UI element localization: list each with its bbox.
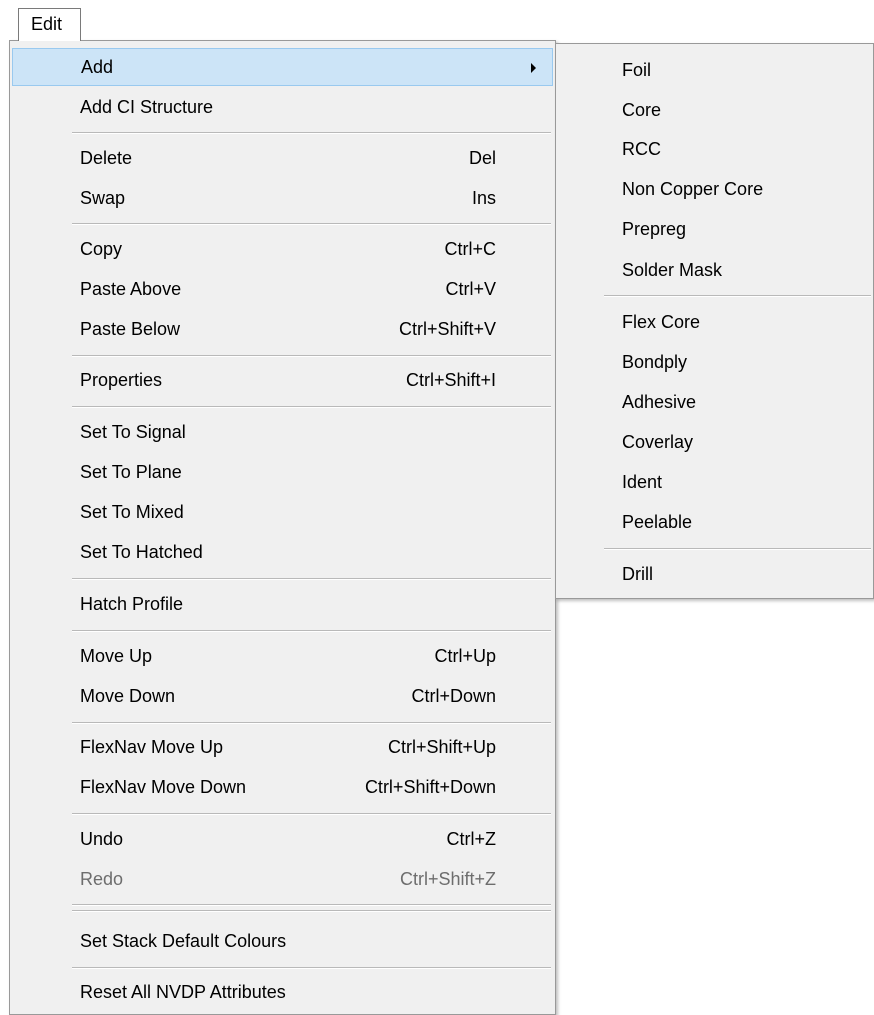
menu-item-add-ci-structure[interactable]: Add CI Structure [12, 88, 553, 126]
menu-item-label: Move Down [80, 686, 176, 706]
submenu-item-adhesive[interactable]: Adhesive [558, 383, 871, 421]
add-submenu: Foil Core RCC Non Copper Core Prepreg So… [555, 43, 874, 599]
menu-item-shortcut: Ctrl+Shift+Down [364, 777, 496, 797]
submenu-item-foil[interactable]: Foil [558, 51, 871, 89]
menu-item-label: Add [81, 57, 114, 77]
menu-separator [72, 630, 551, 632]
menu-item-label: FlexNav Move Up [80, 737, 224, 757]
submenu-separator [604, 548, 871, 550]
submenu-item-label: Coverlay [622, 432, 694, 452]
submenu-item-label: Adhesive [622, 392, 697, 412]
menu-item-undo[interactable]: Undo Ctrl+Z [12, 820, 553, 858]
menu-item-set-to-signal[interactable]: Set To Signal [12, 413, 553, 451]
menu-item-swap[interactable]: Swap Ins [12, 179, 553, 217]
submenu-item-coverlay[interactable]: Coverlay [558, 423, 871, 461]
menu-item-label: Set To Mixed [80, 502, 184, 522]
menu-item-label: Set To Plane [80, 462, 182, 482]
menu-item-label: Paste Below [80, 319, 181, 339]
menu-item-shortcut: Ctrl+Shift+Up [387, 737, 496, 757]
menu-item-shortcut: Ctrl+V [445, 279, 496, 299]
menu-item-move-up[interactable]: Move Up Ctrl+Up [12, 637, 553, 675]
menu-item-label: Set Stack Default Colours [80, 931, 287, 951]
menu-item-delete[interactable]: Delete Del [12, 139, 553, 177]
menu-item-label: Copy [80, 239, 123, 259]
menu-separator [72, 578, 551, 580]
submenu-item-peelable[interactable]: Peelable [558, 503, 871, 541]
menu-item-shortcut: Del [468, 148, 496, 168]
submenu-item-drill[interactable]: Drill [558, 555, 871, 593]
menu-separator [72, 904, 551, 906]
submenu-arrow-icon [531, 63, 536, 73]
menu-item-shortcut: Ctrl+C [444, 239, 496, 259]
menu-item-shortcut: Ctrl+Z [446, 829, 497, 849]
menu-separator [72, 967, 551, 969]
submenu-item-rcc[interactable]: RCC [558, 130, 871, 168]
menu-item-shortcut: Ctrl+Shift+V [398, 319, 496, 339]
menu-item-label: Set To Hatched [80, 542, 203, 562]
submenu-item-prepreg[interactable]: Prepreg [558, 210, 871, 248]
menu-item-label: Swap [80, 188, 126, 208]
submenu-item-bondply[interactable]: Bondply [558, 343, 871, 381]
submenu-item-non-copper-core[interactable]: Non Copper Core [558, 170, 871, 208]
menu-separator [72, 132, 551, 134]
menu-separator [72, 406, 551, 408]
menu-item-properties[interactable]: Properties Ctrl+Shift+I [12, 361, 553, 399]
menu-separator [72, 722, 551, 724]
menu-separator [72, 223, 551, 225]
menu-item-set-to-hatched[interactable]: Set To Hatched [12, 533, 553, 571]
submenu-item-label: Foil [622, 60, 652, 80]
menu-item-copy[interactable]: Copy Ctrl+C [12, 230, 553, 268]
menu-item-shortcut: Ctrl+Down [411, 686, 496, 706]
menu-separator [72, 910, 551, 912]
menu-item-reset-all-nvdp-attributes[interactable]: Reset All NVDP Attributes [12, 973, 553, 1011]
menu-item-label: Delete [80, 148, 133, 168]
menu-item-label: Properties [80, 370, 163, 390]
menu-item-paste-above[interactable]: Paste Above Ctrl+V [12, 270, 553, 308]
menu-item-shortcut: Ctrl+Shift+Z [399, 869, 496, 889]
menu-item-label: Undo [80, 829, 124, 849]
submenu-item-label: Bondply [622, 352, 688, 372]
menu-item-label: Hatch Profile [80, 594, 184, 614]
menu-item-label: Move Up [80, 646, 153, 666]
menu-bar: Edit [0, 0, 874, 41]
menu-item-shortcut: Ctrl+Up [434, 646, 496, 666]
submenu-item-label: Solder Mask [622, 260, 723, 280]
submenu-item-label: Ident [622, 472, 663, 492]
menu-item-hatch-profile[interactable]: Hatch Profile [12, 585, 553, 623]
menu-separator [72, 355, 551, 357]
menu-item-label: FlexNav Move Down [80, 777, 247, 797]
menu-item-label: Reset All NVDP Attributes [80, 982, 286, 1002]
submenu-item-label: Non Copper Core [622, 179, 764, 199]
menu-item-add[interactable]: Add [12, 48, 553, 86]
menu-item-flexnav-move-up[interactable]: FlexNav Move Up Ctrl+Shift+Up [12, 728, 553, 766]
menu-item-redo: Redo Ctrl+Shift+Z [12, 860, 553, 898]
menu-item-set-stack-default-colours[interactable]: Set Stack Default Colours [12, 922, 553, 960]
submenu-item-ident[interactable]: Ident [558, 463, 871, 501]
edit-menu-dropdown: Add Add CI Structure Delete Del Swap Ins… [9, 40, 556, 1015]
menu-item-label: Redo [80, 869, 124, 889]
submenu-item-flex-core[interactable]: Flex Core [558, 303, 871, 341]
submenu-item-label: Drill [622, 564, 653, 584]
submenu-item-label: Flex Core [622, 312, 701, 332]
menu-item-move-down[interactable]: Move Down Ctrl+Down [12, 677, 553, 715]
menu-item-shortcut: Ins [471, 188, 496, 208]
menu-item-label: Paste Above [80, 279, 182, 299]
menu-item-paste-below[interactable]: Paste Below Ctrl+Shift+V [12, 310, 553, 348]
menu-separator [72, 813, 551, 815]
menu-item-set-to-plane[interactable]: Set To Plane [12, 453, 553, 491]
submenu-item-label: Prepreg [622, 219, 687, 239]
menu-item-label: Set To Signal [80, 422, 186, 442]
submenu-item-solder-mask[interactable]: Solder Mask [558, 251, 871, 289]
submenu-item-label: RCC [622, 139, 661, 159]
menu-item-shortcut: Ctrl+Shift+I [405, 370, 496, 390]
submenu-item-core[interactable]: Core [558, 91, 871, 129]
menu-item-label: Add CI Structure [80, 97, 214, 117]
menu-item-flexnav-move-down[interactable]: FlexNav Move Down Ctrl+Shift+Down [12, 768, 553, 806]
submenu-item-label: Core [622, 100, 662, 120]
submenu-item-label: Peelable [622, 512, 693, 532]
submenu-separator [604, 295, 871, 297]
menu-item-set-to-mixed[interactable]: Set To Mixed [12, 493, 553, 531]
menu-edit[interactable]: Edit [18, 8, 81, 41]
